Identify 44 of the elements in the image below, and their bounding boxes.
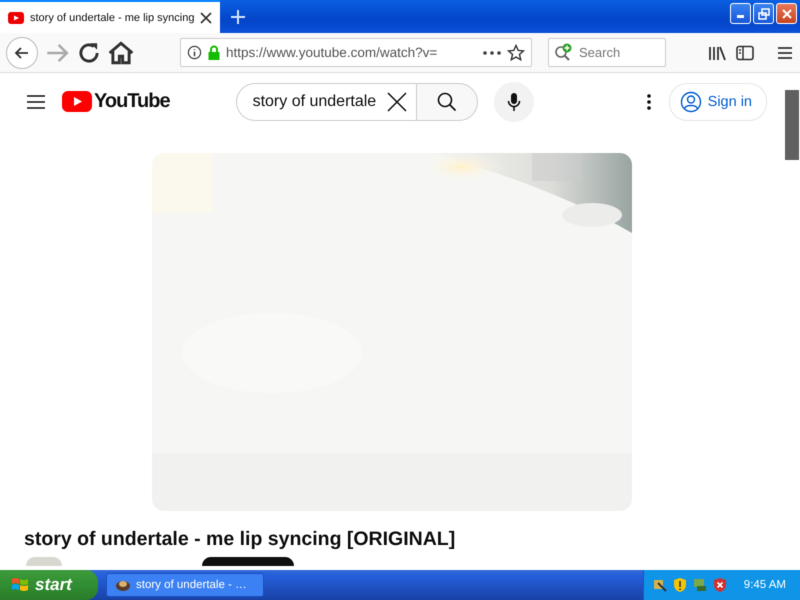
flag-icon (10, 576, 30, 594)
back-arrow-icon (14, 44, 30, 60)
lock-icon (208, 45, 220, 60)
search-icon (436, 92, 457, 112)
close-icon (780, 8, 792, 20)
clear-icon[interactable] (386, 90, 408, 112)
plus-icon[interactable] (230, 8, 246, 24)
sidebar-icon[interactable] (736, 44, 754, 60)
shield-icon[interactable] (672, 577, 688, 593)
back-button[interactable] (6, 36, 38, 68)
search-field[interactable]: story of undertale (236, 82, 416, 120)
library-icon[interactable] (708, 44, 726, 60)
youtube-logo[interactable]: YouTube (62, 90, 170, 113)
more-icon[interactable] (483, 50, 501, 54)
search-field[interactable]: Search (548, 38, 666, 67)
subscribe-button[interactable] (202, 557, 294, 566)
close-icon[interactable] (200, 12, 212, 24)
app-icon (115, 578, 131, 592)
scrollbar-thumb[interactable] (785, 90, 799, 160)
address-bar[interactable]: https://www.youtube.com/watch?v= (180, 38, 532, 67)
star-icon[interactable] (507, 44, 525, 62)
info-icon (187, 45, 202, 60)
menu-icon[interactable] (776, 44, 794, 60)
browser-tab[interactable]: story of undertale - me lip syncing (0, 0, 220, 33)
start-button[interactable]: start (0, 570, 98, 600)
clock: 9:45 AM (744, 579, 786, 591)
restore-button[interactable] (753, 3, 774, 24)
minimize-button[interactable] (730, 3, 751, 24)
microphone-icon (506, 92, 521, 112)
close-button[interactable] (776, 3, 797, 24)
search-engine-icon[interactable] (554, 43, 574, 61)
search-button[interactable] (416, 82, 478, 120)
url-text: https://www.youtube.com/watch?v= (226, 45, 438, 60)
more-icon[interactable] (646, 94, 651, 110)
microphone-button[interactable] (494, 82, 534, 122)
sign-in-button[interactable]: Sign in (668, 82, 767, 120)
menu-icon[interactable] (26, 94, 46, 110)
video-title: story of undertale - me lip syncing [ORIGINAL] (24, 528, 456, 551)
play-logo-icon (8, 12, 24, 24)
account-icon (680, 90, 702, 112)
restore-icon (758, 8, 770, 20)
security-alert-icon[interactable] (712, 577, 728, 593)
home-icon[interactable] (108, 40, 134, 66)
taskbar-button[interactable]: story of undertale - … (106, 573, 264, 597)
